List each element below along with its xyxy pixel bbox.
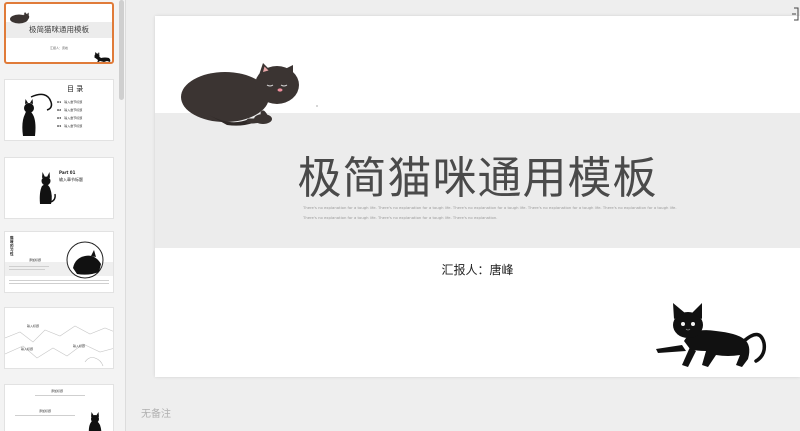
thumb-text-line — [9, 283, 109, 284]
slide-thumbnail-4[interactable]: 猫咪的习性 添加标题 — [4, 231, 114, 293]
reporter-text[interactable]: 汇报人：唐峰 — [155, 261, 800, 278]
slide-tagline-line-1: There's no explanation for a tough life.… — [303, 205, 677, 210]
slide-thumbnail-6[interactable]: 添加标题 添加标题 — [4, 384, 114, 431]
slide-thumbnail-1[interactable]: 极简猫咪通用模板 汇报人：唐峰 — [4, 2, 114, 64]
thumbnail-scrollbar[interactable] — [119, 0, 124, 100]
thumb-section-heading: 输入章节标题 — [59, 177, 83, 182]
toc-item: 01 输入章节标题 — [57, 100, 83, 104]
presentation-editor: 极简猫咪通用模板 汇报人：唐峰 目 录 01 输入章节标题 02 输入章节标题 03… — [0, 0, 800, 431]
thumb-text-line — [9, 269, 45, 270]
thumb-text-line — [35, 395, 85, 396]
thumb-text-line — [15, 415, 75, 416]
slide-thumbnail-2[interactable]: 目 录 01 输入章节标题 02 输入章节标题 03 输入章节标题 04 输入章节标题 — [4, 79, 114, 141]
sleeping-cat-icon — [10, 12, 30, 24]
thumb-label: 添加标题 — [39, 409, 52, 413]
cat-silhouette-icon — [88, 412, 102, 431]
toc-item: 02 输入章节标题 — [57, 108, 83, 112]
notes-placeholder[interactable]: 无备注 — [141, 405, 171, 420]
thumb-part-label: Part 01 — [59, 170, 76, 175]
thumb-label: 输入标题 — [73, 344, 86, 348]
thumb-vertical-title: 猫咪的习性 — [10, 236, 14, 256]
slide-canvas[interactable]: 极简猫咪通用模板 There's no explanation for a to… — [155, 16, 800, 377]
mountain-line-art — [5, 325, 113, 367]
cat-silhouette-icon — [39, 172, 56, 204]
playful-black-cat-illustration — [656, 303, 767, 367]
thumb-title: 极简猫咪通用模板 — [29, 25, 89, 34]
window-edge-icon[interactable] — [791, 6, 800, 22]
decorative-dot — [316, 105, 318, 107]
toc-item: 03 输入章节标题 — [57, 116, 83, 120]
thumb-subtitle: 汇报人：唐峰 — [49, 46, 68, 50]
thumb-text-line — [9, 266, 49, 267]
slide-thumbnail-3[interactable]: Part 01 输入章节标题 — [4, 157, 114, 219]
thumb-text-line — [9, 280, 109, 281]
slide-thumbnail-panel[interactable]: 极简猫咪通用模板 汇报人：唐峰 目 录 01 输入章节标题 02 输入章节标题 03… — [0, 0, 126, 431]
sleeping-cat-illustration — [181, 63, 299, 126]
slide-title[interactable]: 极简猫咪通用模板 — [155, 142, 800, 206]
thumb-toc-title: 目 录 — [67, 85, 84, 93]
toc-item: 04 输入章节标题 — [57, 124, 83, 128]
thumb-label: 输入标题 — [21, 347, 34, 351]
slide-thumbnail-5[interactable]: 输入标题 输入标题 输入标题 — [4, 307, 114, 369]
thumb-label: 输入标题 — [27, 324, 40, 328]
slide-tagline-line-2: There's no explanation for a tough life.… — [303, 215, 498, 220]
thumb-label: 添加标题 — [51, 389, 64, 393]
sitting-cat-icon — [22, 93, 53, 136]
cat-in-circle-icon — [66, 241, 104, 279]
black-cat-icon — [94, 52, 111, 62]
thumb-heading: 添加标题 — [29, 258, 42, 262]
